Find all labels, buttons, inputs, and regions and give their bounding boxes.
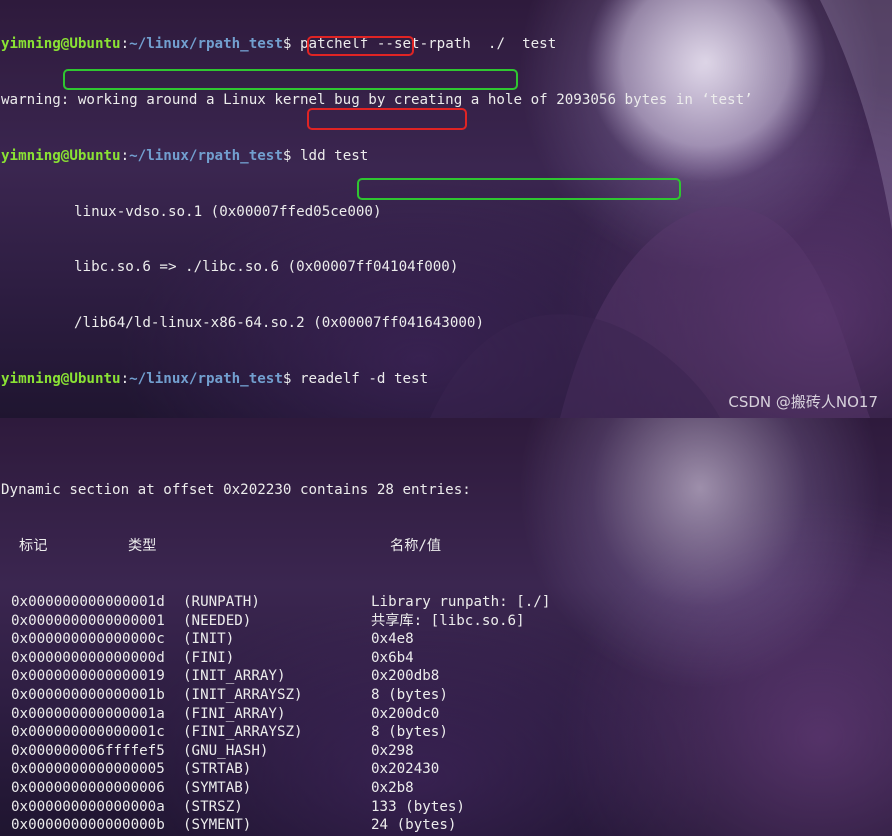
dynamic-entry-value: 0x2b8: [371, 779, 414, 796]
prompt-user: yimning@Ubuntu: [1, 36, 121, 53]
dynamic-entry-tag: 0x0000000000000006: [11, 779, 165, 796]
dynamic-entry-type: (INIT_ARRAY): [183, 668, 286, 685]
col-tag-header: 标记: [19, 538, 48, 555]
dynamic-entry-row: 0x000000000000000b (SYMENT) 24 (bytes): [1, 816, 753, 835]
dynamic-entry-row: 0x0000000000000005 (STRTAB) 0x202430: [1, 760, 753, 779]
dynamic-entry-tag: 0x000000000000001d: [11, 594, 165, 610]
prompt-path: ~/linux/rpath_test: [129, 36, 283, 53]
dynamic-entry-type: (STRSZ): [183, 798, 243, 815]
dynamic-entry-value: 0x200db8: [371, 668, 440, 685]
col-value-header: 名称/值: [390, 538, 442, 555]
dynamic-entry-row: 0x0000000000000019 (INIT_ARRAY) 0x200db8: [1, 667, 753, 686]
command-ldd: ldd test: [299, 147, 369, 164]
dynamic-entry-type: (NEEDED): [183, 612, 252, 629]
dynamic-entry-row: 0x000000006ffffef5 (GNU_HASH) 0x298: [1, 742, 753, 761]
ldd-ld-line: /lib64/ld-linux-x86-64.so.2 (0x00007ff04…: [74, 315, 484, 332]
dynamic-entry-row: 0x000000000000001a (FINI_ARRAY) 0x200dc0: [1, 705, 753, 724]
dynamic-entry-tag: 0x0000000000000001: [11, 612, 165, 629]
dynamic-entry-tag: 0x0000000000000005: [11, 761, 165, 778]
dynamic-entry-tag: 0x0000000000000019: [11, 668, 165, 685]
dynamic-entry-value: 24 (bytes): [371, 817, 457, 834]
csdn-watermark: CSDN @搬砖人NO17: [728, 393, 878, 412]
dynamic-entry-type: (GNU_HASH): [183, 742, 269, 759]
dynamic-entry-value: 共享库: [libc.so.6]: [371, 612, 525, 629]
col-type-header: 类型: [128, 538, 157, 555]
dynamic-entry-row: 0x0000000000000006 (SYMTAB) 0x2b8: [1, 779, 753, 798]
dynamic-entry-type: (FINI): [183, 649, 235, 666]
hair-strand-shape: [820, 0, 892, 230]
dynamic-entry-value: 0x6b4: [371, 649, 414, 666]
column-headers: 标记 类型 名称/值: [1, 537, 753, 556]
dynamic-entry-value: 0x202430: [371, 761, 440, 778]
dynamic-entry-tag: 0x000000000000000d: [11, 649, 165, 666]
highlight-libc-line: [63, 69, 518, 90]
dynamic-entry-tag: 0x000000000000000a: [11, 798, 165, 815]
dynamic-entry-type: (FINI_ARRAY): [183, 705, 286, 722]
dynamic-entry-tag: 0x000000000000001b: [11, 686, 165, 703]
ldd-vdso-line: linux-vdso.so.1 (0x00007ffed05ce000): [74, 203, 382, 220]
ldd-libc-line: libc.so.6 => ./libc.so.6 (0x00007ff04104…: [74, 259, 459, 276]
dynamic-entry-row: 0x000000000000000a (STRSZ) 133 (bytes): [1, 798, 753, 817]
dynamic-entry-row: 0x0000000000000001 (NEEDED) 共享库: [libc.so.…: [1, 612, 753, 631]
dynamic-entry-type: (STRTAB): [183, 761, 252, 778]
dynamic-entry-row: 0x000000000000001c (FINI_ARRAYSZ) 8 (bytes…: [1, 723, 753, 742]
dynamic-entry-tag: 0x000000000000001c: [11, 724, 165, 741]
dynamic-entry-row: 0x000000000000001b (INIT_ARRAYSZ) 8 (bytes…: [1, 686, 753, 705]
dynamic-entry-row: 0x000000000000000d (FINI) 0x6b4: [1, 649, 753, 668]
dynamic-entry-type: (SYMENT): [183, 817, 252, 834]
dynamic-entry-value: 0x200dc0: [371, 705, 440, 722]
dynamic-entry-type: (RUNPATH): [183, 594, 260, 610]
dynamic-entry-type: (SYMTAB): [183, 779, 252, 796]
dynamic-entry-value: 8 (bytes): [371, 724, 448, 741]
dynamic-entry-type: (FINI_ARRAYSZ): [183, 724, 303, 741]
highlight-runpath-entry: [357, 178, 681, 200]
dynamic-entry-value: 8 (bytes): [371, 686, 448, 703]
warning-line: warning: working around a Linux kernel b…: [1, 91, 753, 108]
dynamic-entry-row: 0x000000000000001d (RUNPATH) Library runpa…: [1, 593, 753, 612]
dynamic-entry-value: 0x4e8: [371, 631, 414, 648]
dynamic-entries-table: 0x000000000000001d (RUNPATH) Library runpa…: [1, 593, 753, 835]
dynamic-entry-value: 133 (bytes): [371, 798, 465, 815]
dynamic-entry-type: (INIT_ARRAYSZ): [183, 686, 303, 703]
dynamic-entry-value: 0x298: [371, 742, 414, 759]
command-readelf: readelf -d test: [299, 370, 429, 387]
prompt-line-2: yimning@Ubuntu:~/linux/rpath_test$ ldd t…: [1, 147, 369, 164]
dynamic-entry-row: 0x000000000000000c (INIT) 0x4e8: [1, 630, 753, 649]
prompt-line-3: yimning@Ubuntu:~/linux/rpath_test$ reade…: [1, 370, 429, 387]
dynamic-entry-tag: 0x000000000000000c: [11, 631, 165, 648]
dynamic-entry-tag: 0x000000006ffffef5: [11, 742, 165, 759]
dynamic-entry-value: Library runpath: [./]: [371, 594, 551, 610]
highlight-ldd-command: [307, 36, 414, 56]
dynamic-entry-type: (INIT): [183, 631, 235, 648]
highlight-readelf-command: [307, 108, 467, 130]
dynamic-entry-tag: 0x000000000000000b: [11, 817, 165, 834]
dynamic-entry-tag: 0x000000000000001a: [11, 705, 165, 722]
dynamic-section-header: Dynamic section at offset 0x202230 conta…: [1, 482, 471, 499]
